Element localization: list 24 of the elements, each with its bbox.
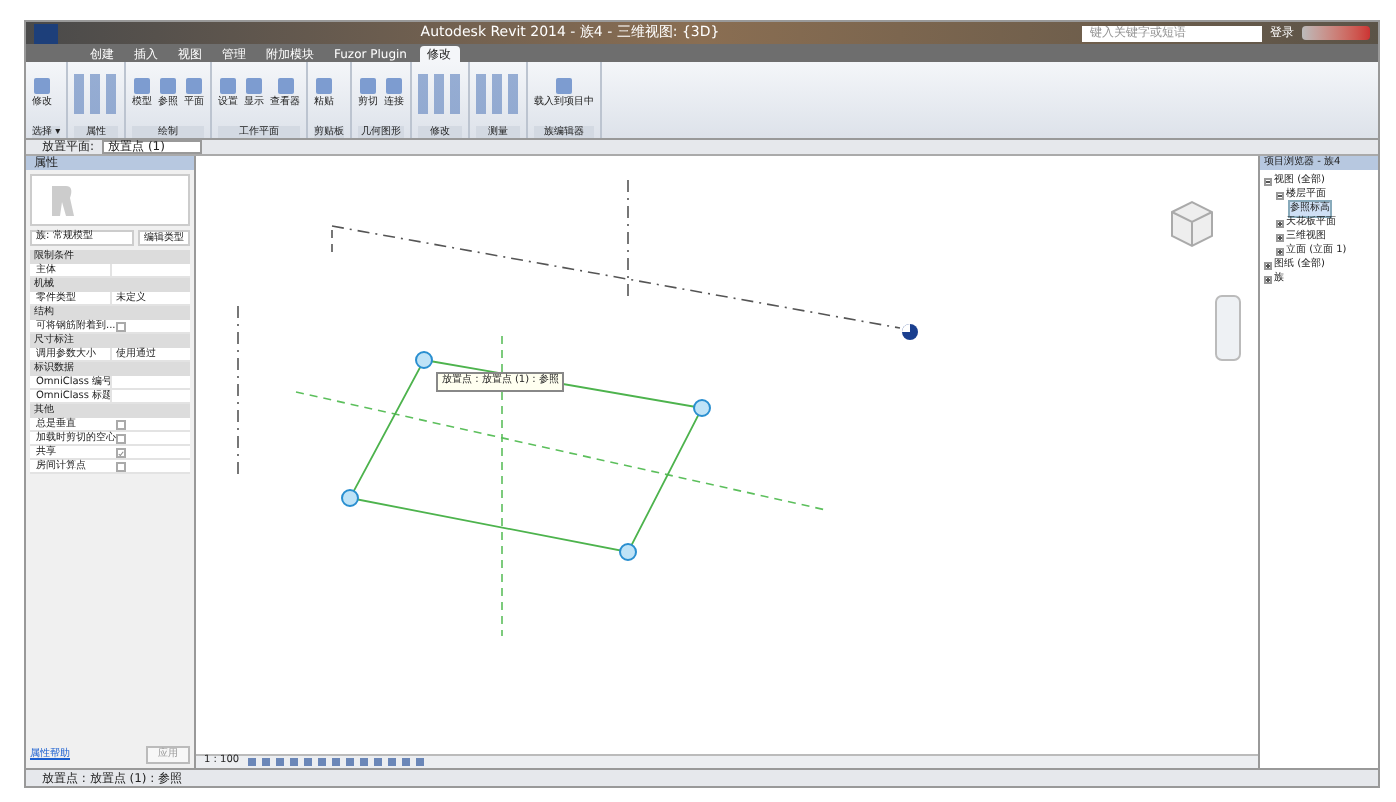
view-cube-icon[interactable] (1171, 200, 1213, 248)
checkbox[interactable] (116, 462, 126, 472)
checkbox[interactable] (116, 420, 126, 430)
placement-point-icon[interactable] (415, 351, 433, 369)
checkbox[interactable] (116, 448, 126, 458)
checkbox[interactable] (116, 322, 126, 332)
expander-icon[interactable] (1264, 177, 1272, 185)
expander-icon[interactable] (1264, 261, 1272, 269)
end-marker-icon (902, 324, 918, 340)
tool-icons[interactable] (74, 74, 119, 114)
navigation-bar[interactable] (1215, 295, 1241, 361)
view-controls-icon[interactable] (247, 758, 428, 766)
checkbox[interactable] (116, 434, 126, 444)
expander-icon[interactable] (1276, 191, 1284, 199)
expander-icon[interactable] (1264, 275, 1272, 283)
placement-point-icon[interactable] (693, 399, 711, 417)
expander-icon[interactable] (1276, 233, 1284, 241)
family-icon (48, 182, 76, 218)
tool-icons[interactable] (418, 74, 463, 114)
expander-icon[interactable] (1276, 219, 1284, 227)
expander-icon[interactable] (1276, 247, 1284, 255)
placement-point-icon[interactable] (341, 489, 359, 507)
tool-icons[interactable] (476, 74, 521, 114)
placement-point-icon[interactable] (619, 543, 637, 561)
